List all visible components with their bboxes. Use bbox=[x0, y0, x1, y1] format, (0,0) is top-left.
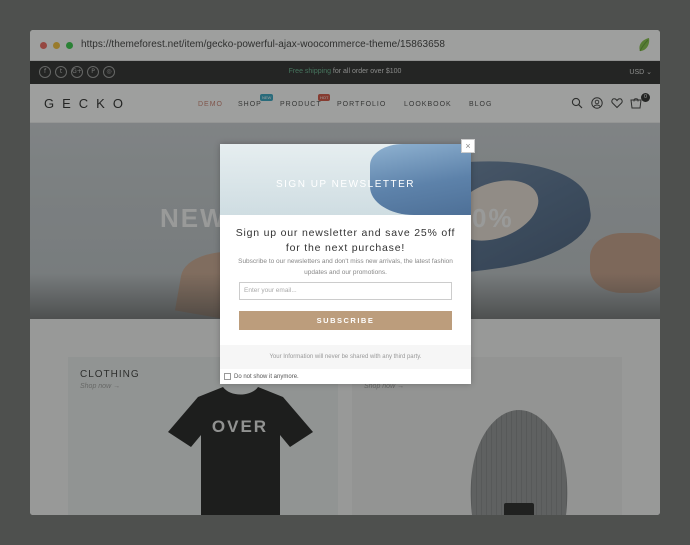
popup-heading: Sign up our newsletter and save 25% off … bbox=[235, 227, 456, 254]
newsletter-popup: SIGN UP NEWSLETTER Sign up our newslette… bbox=[220, 144, 471, 384]
dont-show-label[interactable]: Do not show it anymore. bbox=[234, 374, 299, 380]
privacy-note: Your Information will never be shared wi… bbox=[220, 345, 471, 369]
popup-description: Subscribe to our newsletters and don't m… bbox=[238, 258, 453, 276]
email-field[interactable]: Enter your email... bbox=[239, 282, 452, 300]
popup-banner-title: SIGN UP NEWSLETTER bbox=[275, 179, 416, 190]
popup-close-button[interactable]: × bbox=[461, 139, 475, 153]
popup-banner: SIGN UP NEWSLETTER bbox=[220, 144, 471, 215]
subscribe-button[interactable]: SUBSCRIBE bbox=[239, 311, 452, 330]
dont-show-checkbox[interactable] bbox=[224, 373, 231, 380]
